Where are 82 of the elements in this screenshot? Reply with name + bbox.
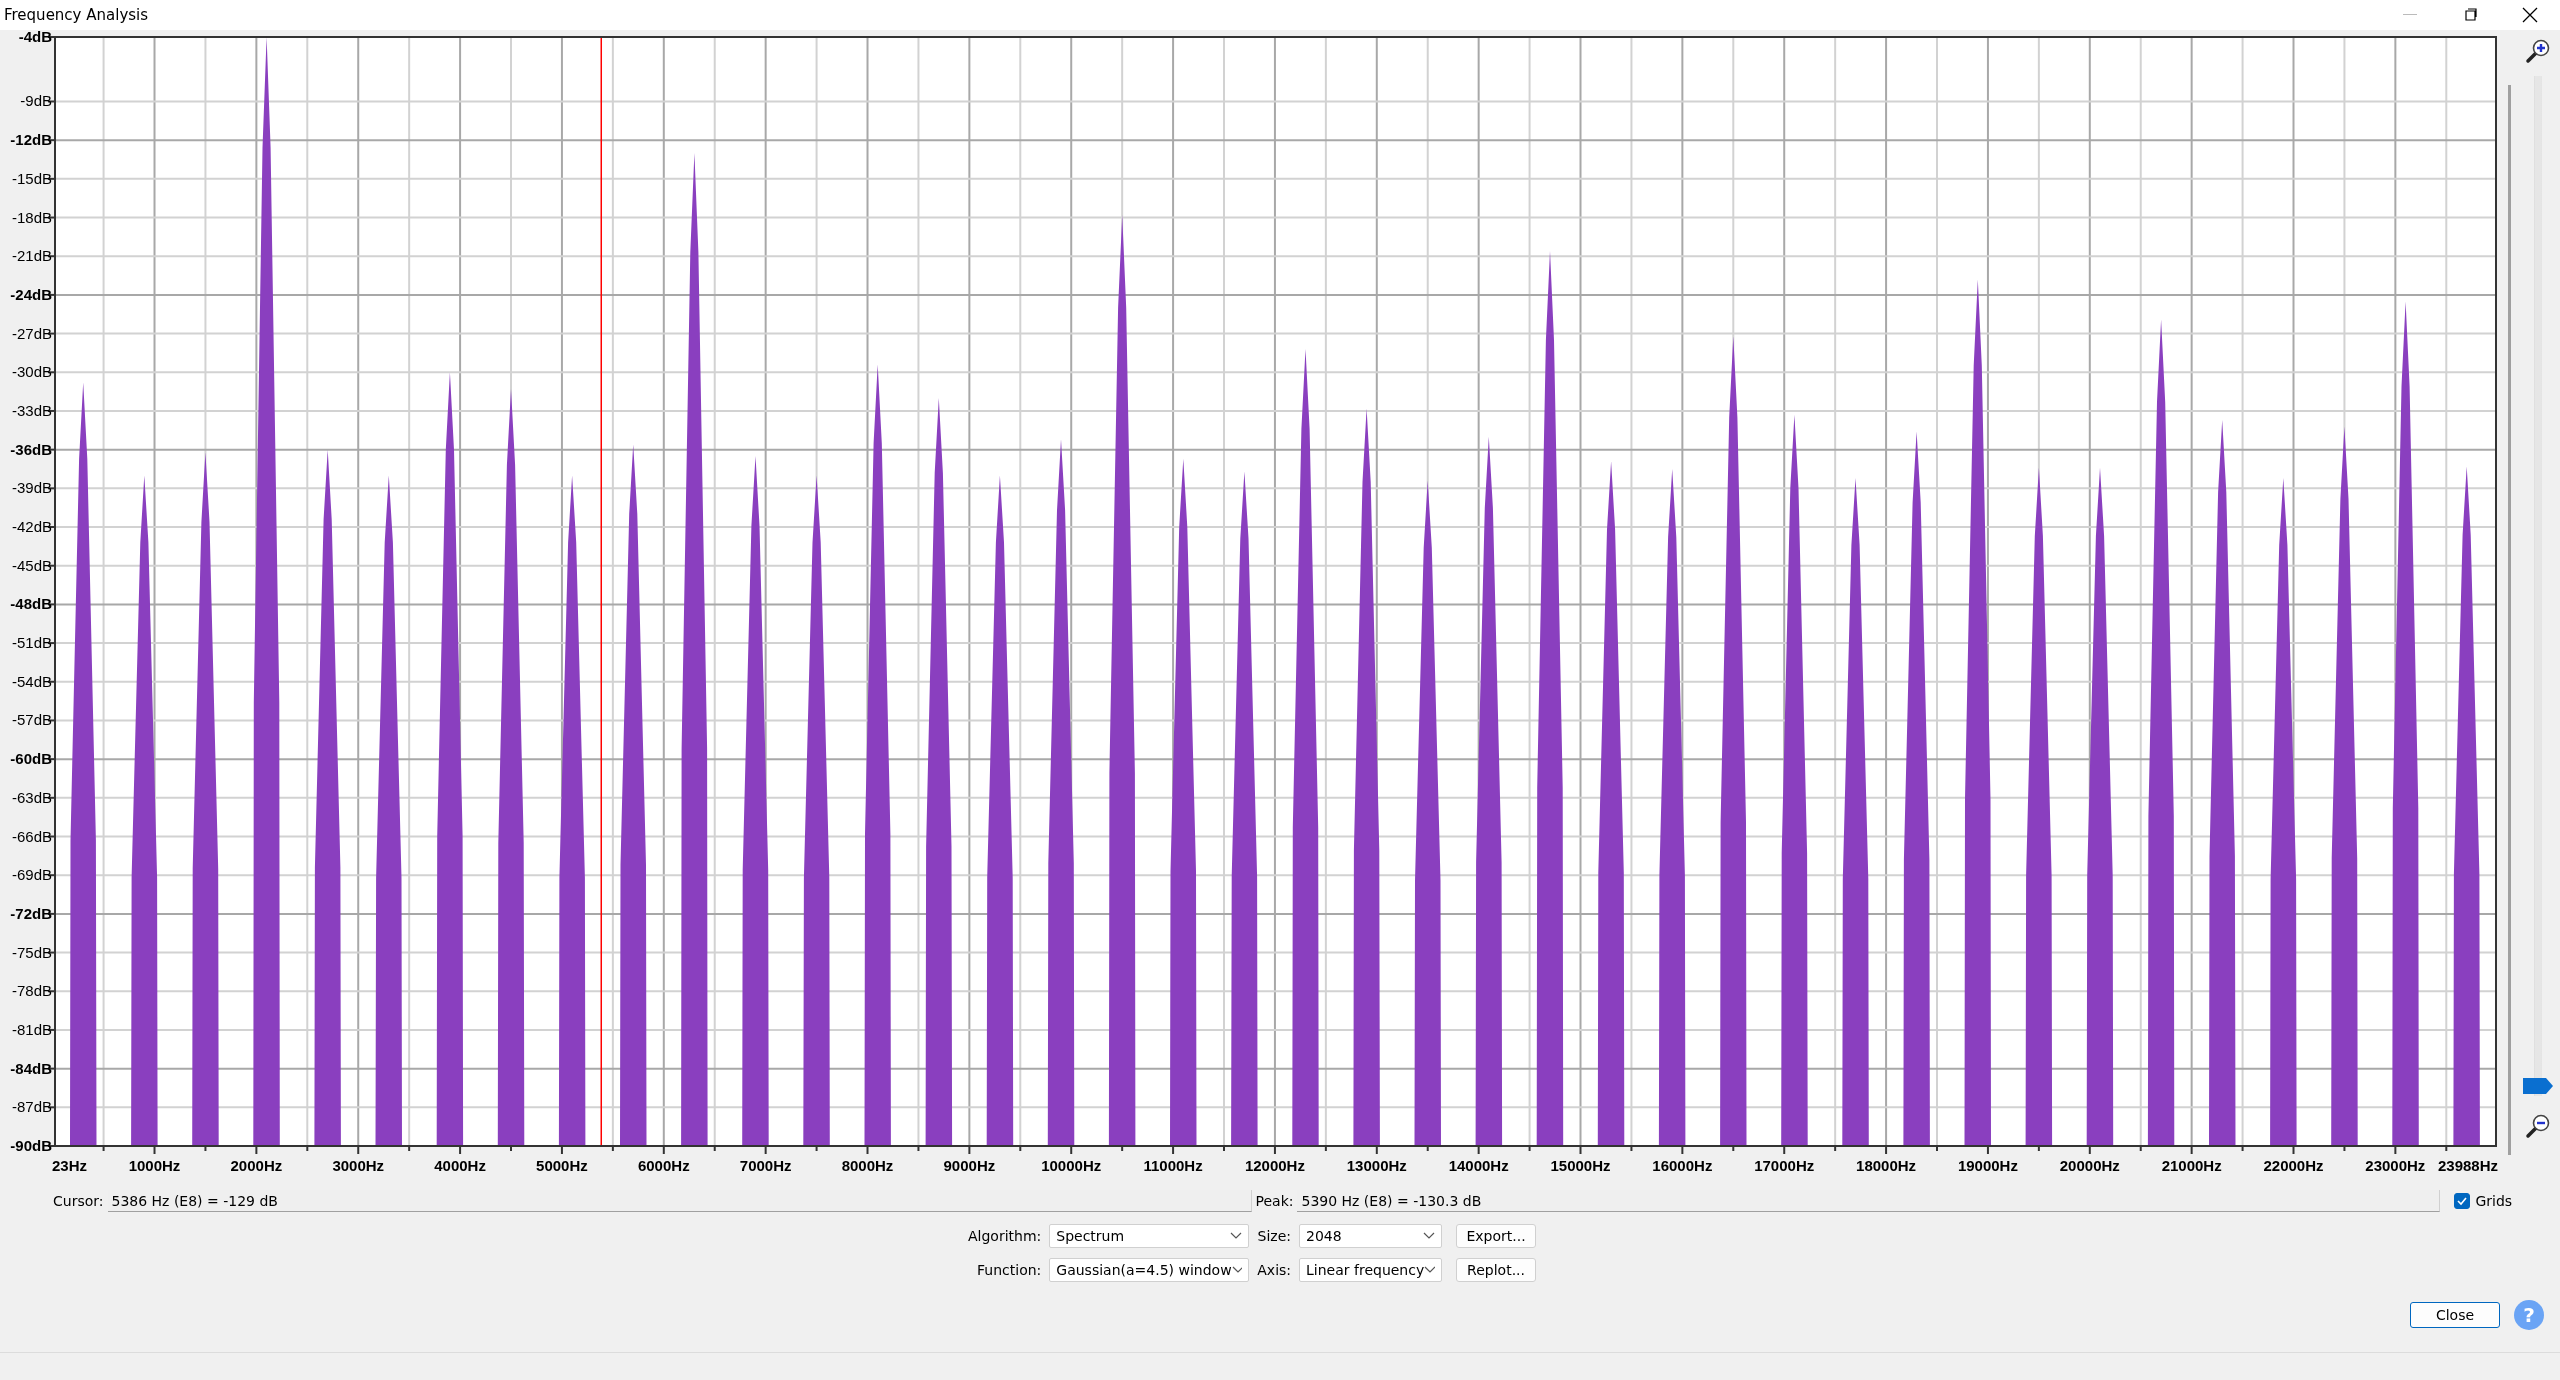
y-axis-label: -69dB [11,866,52,884]
y-axis-label: -18dB [11,208,52,226]
window-title: Frequency Analysis [3,6,149,24]
x-axis-label: 23Hz [52,1157,88,1174]
dropdown[interactable]: Gaussian(a=4.5) window [1049,1258,1250,1282]
peak-label: Peak: [1255,1193,1294,1209]
setting-label: Function: [976,1262,1042,1278]
x-axis-label: 10000Hz [1041,1157,1102,1174]
y-axis-label: -24dB [10,285,52,303]
chevron-down-icon [1423,1232,1436,1240]
slider-thumb[interactable] [2522,1076,2554,1095]
grids-checkbox[interactable] [2454,1193,2471,1209]
y-axis-label: -39dB [11,479,52,497]
x-axis-label: 3000Hz [332,1157,385,1174]
y-axis-label: -90dB [10,1137,52,1154]
x-axis-label: 17000Hz [1754,1157,1815,1174]
x-axis-label: 23988Hz [2437,1157,2498,1174]
chevron-down-icon [1230,1232,1243,1240]
y-axis-label: -81dB [11,1020,52,1038]
action-button[interactable]: Export... [1456,1224,1537,1248]
x-axis-label: 21000Hz [2161,1157,2222,1174]
x-axis-label: 16000Hz [1652,1157,1713,1174]
x-axis-label: 13000Hz [1346,1157,1407,1174]
y-axis-label: -4dB [18,30,52,45]
minimize-icon [2403,14,2417,16]
y-axis-label: -72dB [10,904,52,922]
zoom-out-icon[interactable] [2525,1113,2551,1139]
x-axis-label: 2000Hz [230,1157,283,1174]
y-axis-label: -60dB [10,750,52,768]
cursor-label: Cursor: [53,1193,104,1209]
setting-label: Size: [1257,1228,1292,1244]
restore-icon [2463,8,2477,22]
x-axis-label: 22000Hz [2263,1157,2324,1174]
zoom-in-icon[interactable] [2525,38,2551,64]
x-axis-label: 20000Hz [2059,1157,2120,1174]
y-axis-label: -21dB [11,247,52,265]
y-axis-label: -66dB [11,827,52,845]
y-axis-label: -87dB [11,1098,52,1116]
dropdown[interactable]: Spectrum [1049,1224,1250,1248]
x-axis-label: 18000Hz [1856,1157,1917,1174]
y-axis-label: -33dB [11,401,52,419]
y-axis-label: -9dB [20,92,52,110]
x-axis-label: 1000Hz [128,1157,181,1174]
y-axis-label: -15dB [11,169,52,187]
close-button[interactable]: Close [2410,1302,2500,1328]
dropdown[interactable]: Linear frequency [1299,1258,1443,1282]
y-axis-label: -45dB [11,556,52,574]
x-axis-label: 7000Hz [739,1157,792,1174]
y-axis-label: -78dB [11,982,52,1000]
y-axis-label: -27dB [11,324,52,342]
x-axis-label: 14000Hz [1448,1157,1509,1174]
y-axis-label: -30dB [11,363,52,381]
y-axis-label: -84dB [10,1059,52,1077]
x-axis-label: 6000Hz [637,1157,690,1174]
y-axis-label: -42dB [11,518,52,535]
y-axis-label: -36dB [10,440,52,458]
x-axis-label: 8000Hz [841,1157,894,1174]
x-axis-label: 23000Hz [2365,1157,2426,1174]
y-axis-label: -75dB [11,943,52,961]
dropdown[interactable]: 2048 [1299,1224,1443,1248]
y-axis-label: -57dB [11,711,52,729]
x-axis-label: 5000Hz [536,1157,588,1174]
setting-label: Axis: [1257,1262,1292,1278]
x-axis-label: 4000Hz [434,1157,486,1174]
x-axis-label: 9000Hz [943,1157,996,1174]
peak-readout: 5390 Hz (E8) = -130.3 dB [1297,1190,2441,1212]
grids-label: Grids [2475,1193,2513,1209]
close-icon [2522,7,2538,23]
y-axis-label: -48dB [10,595,52,613]
chevron-down-icon [1231,1266,1243,1274]
x-axis-label: 15000Hz [1550,1157,1611,1174]
x-axis-label: 11000Hz [1143,1157,1203,1174]
y-axis-label: -63dB [11,788,52,806]
chevron-down-icon [1424,1266,1436,1274]
x-axis-label: 12000Hz [1244,1157,1305,1174]
setting-label: Algorithm: [968,1228,1042,1244]
y-axis-label: -12dB [10,131,52,149]
y-axis-label: -54dB [11,672,52,690]
action-button[interactable]: Replot... [1456,1258,1537,1282]
y-axis-label: -51dB [11,634,52,652]
x-axis-label: 19000Hz [1957,1157,2018,1174]
cursor-readout: 5386 Hz (E8) = -129 dB [107,1190,1252,1212]
